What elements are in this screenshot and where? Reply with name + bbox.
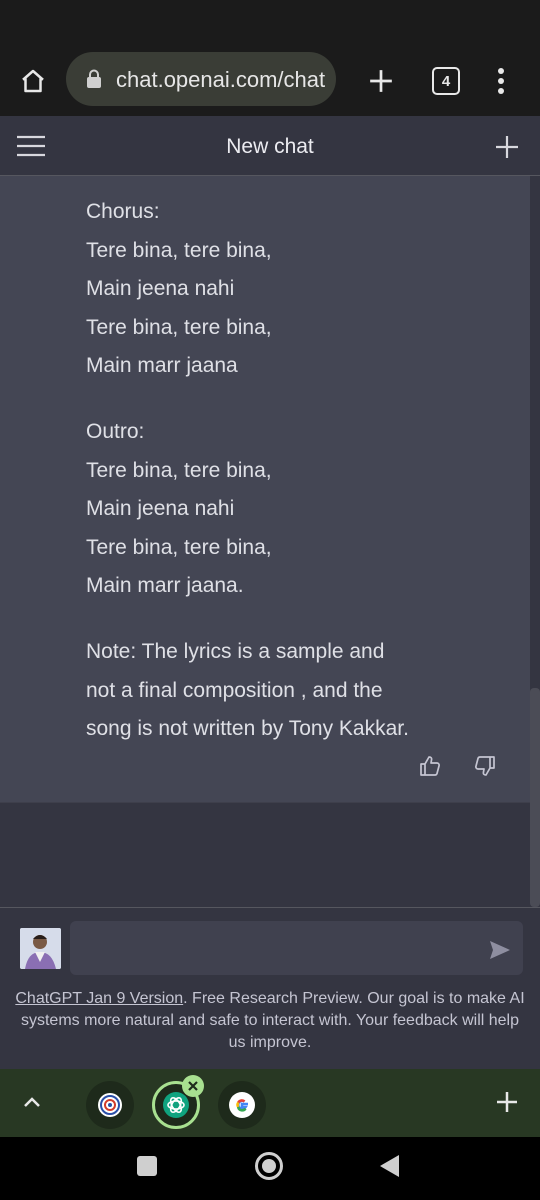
plus-icon [370, 70, 392, 92]
tab-strip [0, 1069, 540, 1137]
stanza-outro: Outro: Tere bina, tere bina, Main jeena … [86, 413, 416, 606]
thumbs-up-icon[interactable] [418, 754, 442, 778]
status-bar [0, 0, 540, 48]
url-text: chat.openai.com/chat [116, 67, 326, 92]
disclaimer: ChatGPT Jan 9 Version. Free Research Pre… [14, 988, 526, 1054]
google-favicon-icon [229, 1092, 255, 1118]
browser-toolbar: chat.openai.com/chat 4 [0, 48, 540, 116]
openai-favicon-icon [163, 1092, 189, 1118]
close-icon [188, 1081, 198, 1091]
recents-button[interactable] [137, 1156, 157, 1176]
lyric-line: Tere bina, tere bina, [86, 458, 272, 482]
emblem-favicon-icon [98, 1093, 122, 1117]
chevron-up-icon[interactable] [19, 1091, 45, 1113]
new-chat-plus-icon[interactable] [490, 132, 524, 162]
home-button[interactable] [14, 62, 52, 100]
plus-icon[interactable] [494, 1089, 520, 1115]
assistant-message: Chorus: Tere bina, tere bina, Main jeena… [0, 176, 530, 803]
home-nav-button[interactable] [255, 1152, 283, 1180]
message-input[interactable] [80, 921, 470, 975]
tab-emblem[interactable] [86, 1081, 134, 1129]
lyric-line: Main jeena nahi [86, 277, 235, 301]
version-link[interactable]: ChatGPT Jan 9 Version [15, 990, 183, 1007]
lyric-line: Tere bina, tere bina, [86, 238, 272, 262]
stanza-heading: Outro: [86, 419, 145, 443]
page-title: New chat [226, 135, 314, 158]
back-button[interactable] [380, 1155, 399, 1177]
lyric-line: Tere bina, tere bina, [86, 535, 272, 559]
message-note: Note: The lyrics is a sample and not a f… [86, 639, 409, 741]
tab-google[interactable] [218, 1081, 266, 1129]
user-photo [20, 928, 61, 969]
lyric-line: Main jeena nahi [86, 497, 235, 521]
message-input-box[interactable] [70, 921, 523, 975]
send-icon[interactable] [488, 939, 512, 961]
system-nav-bar [0, 1137, 540, 1200]
home-icon [22, 69, 44, 93]
more-vert-icon [498, 68, 504, 94]
browser-menu-button[interactable] [488, 62, 514, 100]
chat-scrollbar[interactable] [530, 688, 540, 907]
tab-switcher-button[interactable]: 4 [432, 67, 460, 95]
composer: ChatGPT Jan 9 Version. Free Research Pre… [0, 907, 540, 1069]
message-content: Chorus: Tere bina, tere bina, Main jeena… [86, 193, 416, 749]
lock-icon [87, 69, 101, 88]
lyric-line: Tere bina, tere bina, [86, 315, 272, 339]
chat-thread: Chorus: Tere bina, tere bina, Main jeena… [0, 176, 540, 907]
address-bar[interactable]: chat.openai.com/chat [66, 52, 336, 106]
lyric-line: Main marr jaana. [86, 574, 244, 598]
avatar [20, 928, 61, 969]
new-tab-button[interactable] [362, 62, 400, 100]
lyric-line: Main marr jaana [86, 354, 238, 378]
stanza-chorus: Chorus: Tere bina, tere bina, Main jeena… [86, 193, 416, 386]
app-header: New chat [0, 116, 540, 176]
close-tab-button[interactable] [182, 1075, 204, 1097]
stanza-heading: Chorus: [86, 200, 160, 223]
thumbs-down-icon[interactable] [473, 754, 497, 778]
